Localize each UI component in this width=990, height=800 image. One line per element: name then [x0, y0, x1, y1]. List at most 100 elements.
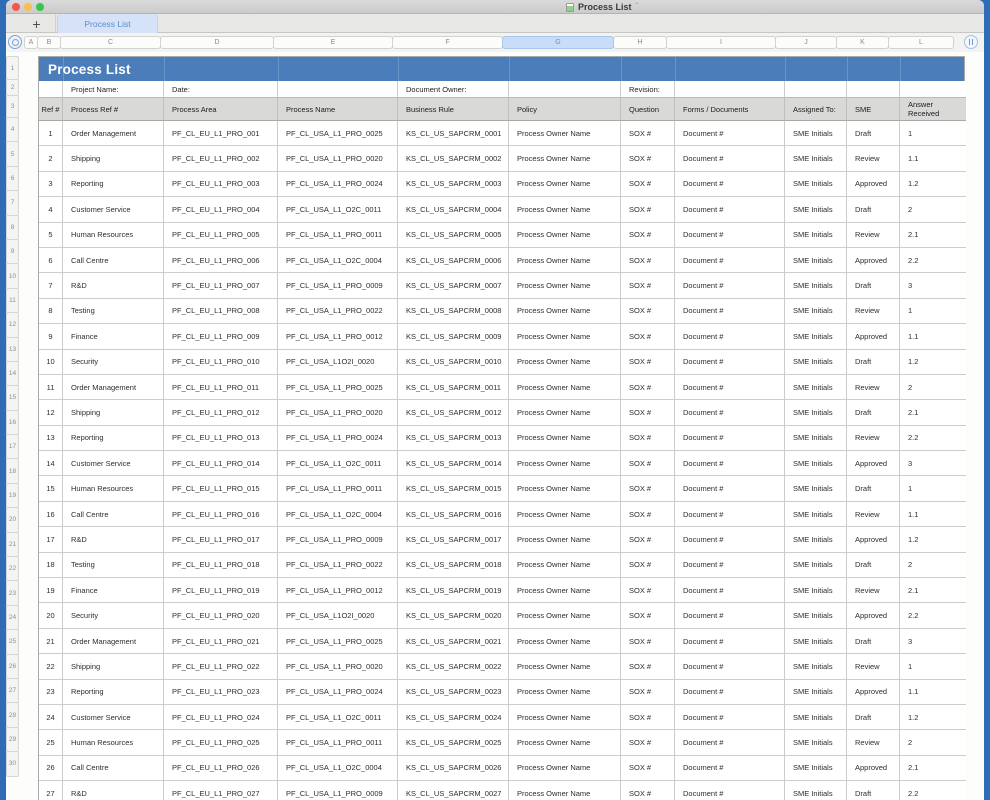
- row-number-26[interactable]: 26: [6, 654, 19, 679]
- cell-process_area[interactable]: PF_CL_EU_L1_PRO_011: [164, 375, 278, 400]
- cell-policy[interactable]: Process Owner Name: [509, 350, 621, 375]
- column-header-J[interactable]: J: [775, 36, 837, 49]
- cell-answer_received[interactable]: 1: [900, 121, 966, 146]
- cell-process_ref[interactable]: Human Resources: [63, 476, 164, 501]
- cell-assigned_to[interactable]: SME Initials: [785, 451, 847, 476]
- cell-business_rule[interactable]: KS_CL_US_SAPCRM_0007: [398, 273, 509, 298]
- cell-question[interactable]: SOX #: [621, 375, 675, 400]
- cell-sme[interactable]: Review: [847, 375, 900, 400]
- row-number-1[interactable]: 1: [6, 56, 19, 80]
- cell-sme[interactable]: Approved: [847, 527, 900, 552]
- cell-ref[interactable]: 17: [39, 527, 63, 552]
- window-titlebar[interactable]: Process List ˇ: [6, 0, 984, 14]
- cell-business_rule[interactable]: KS_CL_US_SAPCRM_0010: [398, 350, 509, 375]
- row-number-30[interactable]: 30: [6, 751, 19, 776]
- cell-assigned_to[interactable]: SME Initials: [785, 502, 847, 527]
- cell-forms_documents[interactable]: Document #: [675, 299, 785, 324]
- row-number-22[interactable]: 22: [6, 556, 19, 581]
- cell-business_rule[interactable]: KS_CL_US_SAPCRM_0023: [398, 680, 509, 705]
- cell-sme[interactable]: Approved: [847, 451, 900, 476]
- meta-cell-business_rule[interactable]: Document Owner:: [398, 81, 509, 98]
- cell-process_ref[interactable]: Order Management: [63, 121, 164, 146]
- cell-process_area[interactable]: PF_CL_EU_L1_PRO_023: [164, 680, 278, 705]
- cell-assigned_to[interactable]: SME Initials: [785, 781, 847, 800]
- cell-process_area[interactable]: PF_CL_EU_L1_PRO_024: [164, 705, 278, 730]
- cell-business_rule[interactable]: KS_CL_US_SAPCRM_0019: [398, 578, 509, 603]
- column-header-B[interactable]: B: [37, 36, 61, 49]
- row-number-9[interactable]: 9: [6, 239, 19, 264]
- cell-question[interactable]: SOX #: [621, 248, 675, 273]
- cell-answer_received[interactable]: 1.2: [900, 705, 966, 730]
- cell-ref[interactable]: 12: [39, 400, 63, 425]
- column-header-cell-process_ref[interactable]: Process Ref #: [63, 98, 164, 121]
- cell-answer_received[interactable]: 3: [900, 451, 966, 476]
- cell-answer_received[interactable]: 2: [900, 197, 966, 222]
- cell-answer_received[interactable]: 1: [900, 476, 966, 501]
- cell-process_name[interactable]: PF_CL_USA_L1_PRO_0012: [278, 578, 398, 603]
- cell-process_ref[interactable]: Human Resources: [63, 223, 164, 248]
- cell-process_area[interactable]: PF_CL_EU_L1_PRO_003: [164, 172, 278, 197]
- cell-answer_received[interactable]: 2.1: [900, 578, 966, 603]
- row-number-8[interactable]: 8: [6, 215, 19, 240]
- cell-policy[interactable]: Process Owner Name: [509, 629, 621, 654]
- cell-process_area[interactable]: PF_CL_EU_L1_PRO_015: [164, 476, 278, 501]
- cell-assigned_to[interactable]: SME Initials: [785, 121, 847, 146]
- cell-answer_received[interactable]: 1.1: [900, 324, 966, 349]
- cell-process_area[interactable]: PF_CL_EU_L1_PRO_019: [164, 578, 278, 603]
- cell-forms_documents[interactable]: Document #: [675, 273, 785, 298]
- cell-process_area[interactable]: PF_CL_EU_L1_PRO_021: [164, 629, 278, 654]
- zoom-button[interactable]: [36, 3, 44, 11]
- cell-process_ref[interactable]: Reporting: [63, 172, 164, 197]
- cell-assigned_to[interactable]: SME Initials: [785, 654, 847, 679]
- meta-cell-assigned_to[interactable]: [785, 81, 847, 98]
- cell-question[interactable]: SOX #: [621, 299, 675, 324]
- cell-process_area[interactable]: PF_CL_EU_L1_PRO_012: [164, 400, 278, 425]
- meta-cell-forms_documents[interactable]: [675, 81, 785, 98]
- add-sheet-button[interactable]: +: [18, 14, 56, 33]
- cell-process_name[interactable]: PF_CL_USA_L1_O2C_0011: [278, 451, 398, 476]
- cell-ref[interactable]: 20: [39, 603, 63, 628]
- cell-business_rule[interactable]: KS_CL_US_SAPCRM_0002: [398, 146, 509, 171]
- meta-cell-sme[interactable]: [847, 81, 900, 98]
- cell-process_name[interactable]: PF_CL_USA_L1_PRO_0025: [278, 121, 398, 146]
- cell-forms_documents[interactable]: Document #: [675, 426, 785, 451]
- cell-process_area[interactable]: PF_CL_EU_L1_PRO_008: [164, 299, 278, 324]
- cell-question[interactable]: SOX #: [621, 426, 675, 451]
- cell-policy[interactable]: Process Owner Name: [509, 273, 621, 298]
- cell-process_ref[interactable]: Customer Service: [63, 197, 164, 222]
- cell-process_name[interactable]: PF_CL_USA_L1_PRO_0012: [278, 324, 398, 349]
- column-header-L[interactable]: L: [888, 36, 954, 49]
- cell-policy[interactable]: Process Owner Name: [509, 730, 621, 755]
- cell-sme[interactable]: Draft: [847, 629, 900, 654]
- cell-answer_received[interactable]: 1.1: [900, 502, 966, 527]
- cell-assigned_to[interactable]: SME Initials: [785, 629, 847, 654]
- cell-process_area[interactable]: PF_CL_EU_L1_PRO_027: [164, 781, 278, 800]
- cell-process_area[interactable]: PF_CL_EU_L1_PRO_010: [164, 350, 278, 375]
- cell-policy[interactable]: Process Owner Name: [509, 400, 621, 425]
- cell-answer_received[interactable]: 3: [900, 629, 966, 654]
- cell-answer_received[interactable]: 2.2: [900, 248, 966, 273]
- cell-process_ref[interactable]: Finance: [63, 324, 164, 349]
- cell-policy[interactable]: Process Owner Name: [509, 375, 621, 400]
- cell-forms_documents[interactable]: Document #: [675, 781, 785, 800]
- cell-assigned_to[interactable]: SME Initials: [785, 603, 847, 628]
- cell-ref[interactable]: 15: [39, 476, 63, 501]
- row-number-16[interactable]: 16: [6, 410, 19, 435]
- cell-sme[interactable]: Review: [847, 146, 900, 171]
- cell-business_rule[interactable]: KS_CL_US_SAPCRM_0013: [398, 426, 509, 451]
- cell-process_ref[interactable]: Customer Service: [63, 451, 164, 476]
- cell-sme[interactable]: Draft: [847, 553, 900, 578]
- cell-process_area[interactable]: PF_CL_EU_L1_PRO_022: [164, 654, 278, 679]
- column-header-H[interactable]: H: [613, 36, 667, 49]
- column-header-G[interactable]: G: [502, 36, 614, 49]
- cell-ref[interactable]: 11: [39, 375, 63, 400]
- cell-sme[interactable]: Draft: [847, 121, 900, 146]
- cell-answer_received[interactable]: 2.2: [900, 603, 966, 628]
- cell-policy[interactable]: Process Owner Name: [509, 603, 621, 628]
- cell-assigned_to[interactable]: SME Initials: [785, 680, 847, 705]
- cell-policy[interactable]: Process Owner Name: [509, 197, 621, 222]
- cell-sme[interactable]: Approved: [847, 324, 900, 349]
- cell-ref[interactable]: 13: [39, 426, 63, 451]
- column-header-D[interactable]: D: [160, 36, 274, 49]
- cell-process_ref[interactable]: Testing: [63, 553, 164, 578]
